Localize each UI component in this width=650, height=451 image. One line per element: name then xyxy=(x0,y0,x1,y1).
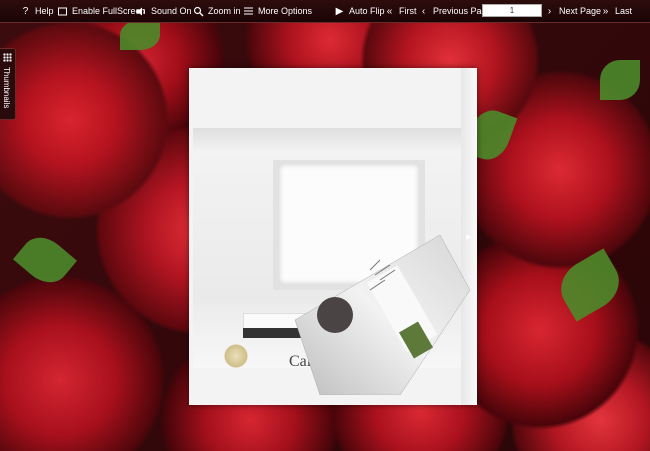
sound-button[interactable]: Sound On xyxy=(136,0,192,22)
leaf-decoration xyxy=(600,60,640,100)
previous-page-button[interactable]: ‹ Previous Page xyxy=(418,0,492,22)
fullscreen-label: Enable FullScreen xyxy=(72,6,146,16)
more-options-button[interactable]: More Options xyxy=(243,0,312,22)
help-button[interactable]: ? Help xyxy=(20,0,54,22)
double-chevron-right-icon: » xyxy=(602,5,609,17)
list-icon xyxy=(243,6,254,17)
thumbnails-tab[interactable]: Thumbnails xyxy=(0,48,16,120)
speaker-icon xyxy=(136,6,147,17)
zoom-button[interactable]: Zoom in xyxy=(193,0,241,22)
chevron-left-icon: ‹ xyxy=(421,5,426,17)
first-page-button[interactable]: « First xyxy=(384,0,417,22)
zoom-icon xyxy=(193,6,204,17)
next-label: Next Page xyxy=(559,6,602,16)
fullscreen-button[interactable]: Enable FullScreen xyxy=(57,0,146,22)
decor-sphere xyxy=(223,343,249,369)
grid-icon xyxy=(3,53,12,62)
toolbar: ? Help Enable FullScreen Sound On Zoom i… xyxy=(0,0,650,23)
fullscreen-icon xyxy=(57,6,68,17)
play-icon: ▶ xyxy=(335,5,344,17)
zoom-label: Zoom in xyxy=(208,6,241,16)
more-options-label: More Options xyxy=(258,6,313,16)
thumbnails-label: Thumbnails xyxy=(2,67,11,109)
auto-flip-label: Auto Flip xyxy=(349,6,385,16)
last-label: Last xyxy=(615,6,633,16)
page-number-input[interactable] xyxy=(482,4,542,17)
next-page-button[interactable]: › Next Page xyxy=(544,0,601,22)
leaf-decoration xyxy=(12,228,78,292)
leaf-decoration xyxy=(120,20,160,50)
double-chevron-left-icon: « xyxy=(386,5,393,17)
next-page-arrow[interactable]: ▶ xyxy=(466,233,471,241)
leaf-decoration xyxy=(551,248,629,322)
sound-label: Sound On xyxy=(151,6,192,16)
last-page-button[interactable]: » Last xyxy=(600,0,632,22)
page-curl[interactable] xyxy=(280,230,470,395)
auto-flip-button[interactable]: ▶ Auto Flip xyxy=(334,0,385,22)
ceiling xyxy=(193,128,463,153)
chevron-right-icon: › xyxy=(547,5,552,17)
help-label: Help xyxy=(35,6,54,16)
first-label: First xyxy=(399,6,417,16)
question-icon: ? xyxy=(22,5,29,17)
